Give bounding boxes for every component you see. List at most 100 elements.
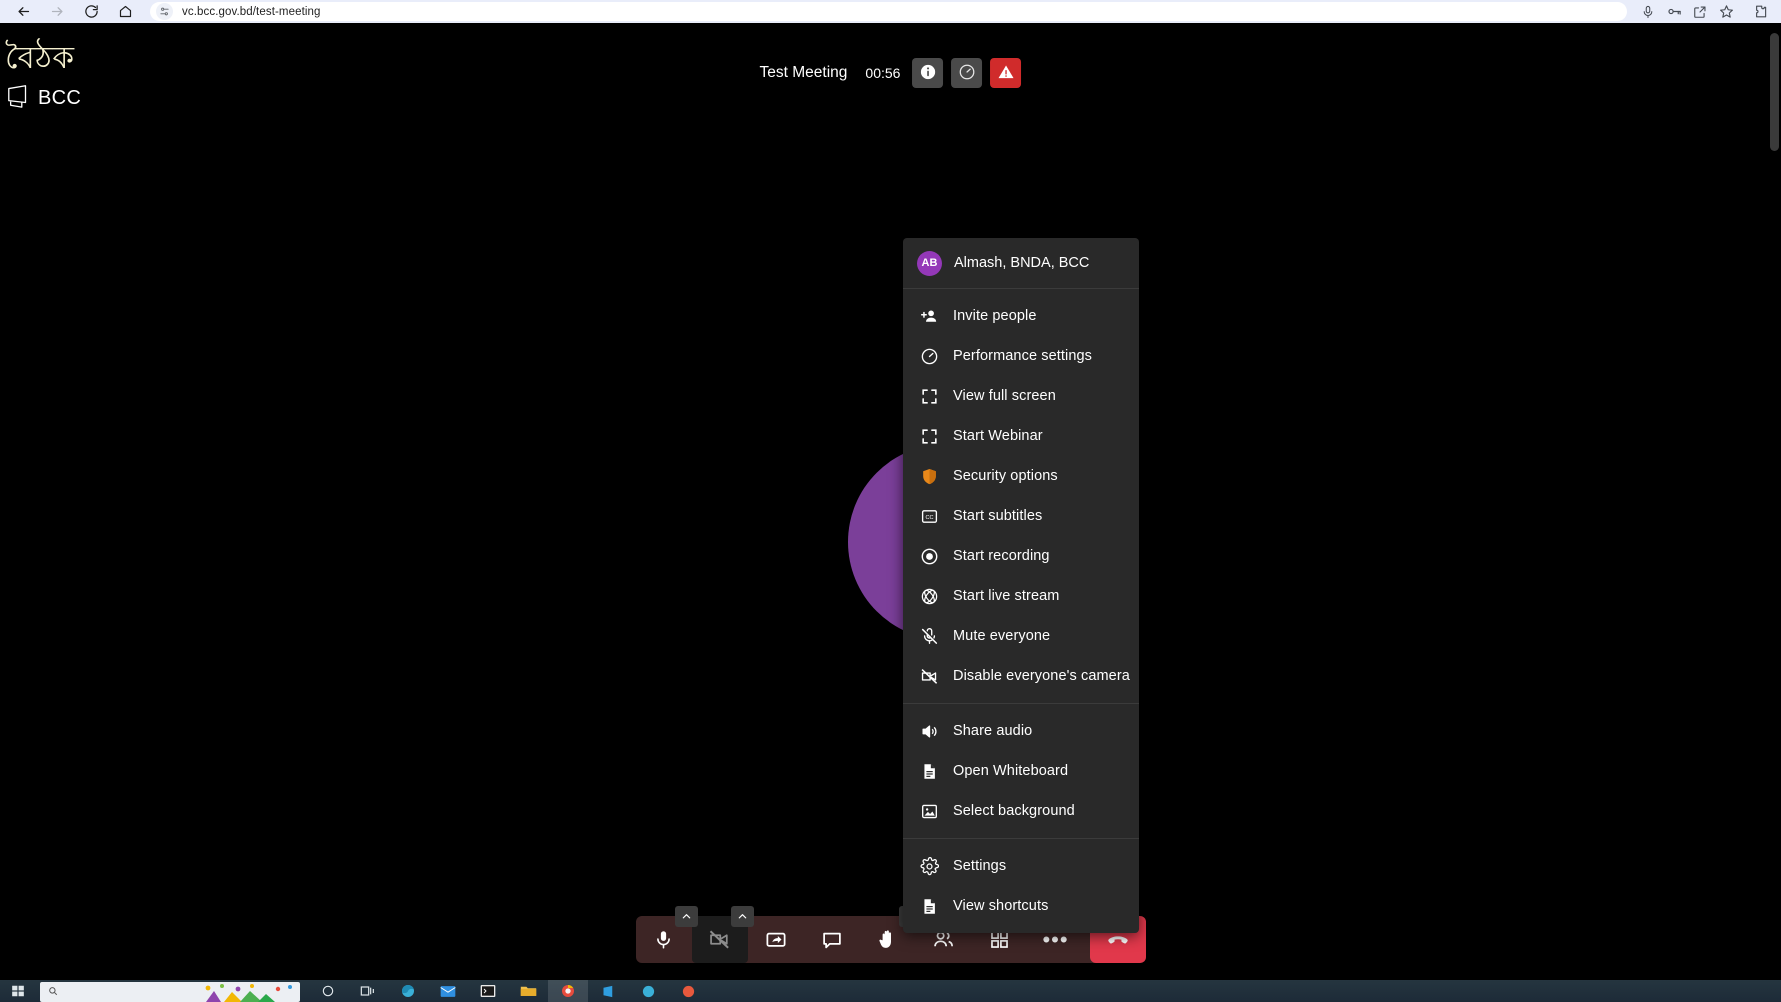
- meeting-alert-button[interactable]: [990, 58, 1022, 88]
- chat-button[interactable]: [804, 916, 860, 963]
- site-settings-icon[interactable]: [156, 3, 173, 20]
- menu-profile[interactable]: AB Almash, BNDA, BCC: [903, 238, 1139, 288]
- back-icon[interactable]: [6, 1, 40, 23]
- menu-item-label: Disable everyone's camera: [953, 668, 1130, 684]
- microphone-off-icon: [917, 624, 941, 648]
- menu-item-settings[interactable]: Settings: [903, 846, 1139, 886]
- extensions-puzzle-icon[interactable]: [1745, 2, 1775, 22]
- brand-org-label: BCC: [38, 87, 82, 109]
- image-background-icon: [917, 799, 941, 823]
- browser-nav-buttons: [6, 1, 142, 23]
- menu-item-view-full-screen[interactable]: View full screen: [903, 376, 1139, 416]
- fullscreen-icon: [917, 384, 941, 408]
- browser-toolbar: vc.bcc.gov.bd/test-meeting: [0, 0, 1781, 23]
- page-scrollbar[interactable]: [1768, 23, 1781, 980]
- menu-item-label: Start recording: [953, 548, 1050, 564]
- speedometer-icon: [917, 344, 941, 368]
- taskbar-app-terminal[interactable]: [468, 980, 508, 1002]
- camera-button[interactable]: [691, 906, 754, 963]
- more-actions-menu: AB Almash, BNDA, BCC Invite people Perfo…: [903, 238, 1139, 933]
- menu-item-performance-settings[interactable]: Performance settings: [903, 336, 1139, 376]
- taskbar-app-mail[interactable]: [428, 980, 468, 1002]
- record-dot-icon: [917, 544, 941, 568]
- webinar-frame-icon: [917, 424, 941, 448]
- whiteboard-document-icon: [917, 759, 941, 783]
- menu-item-label: Security options: [953, 468, 1058, 484]
- camera-off-icon: [708, 928, 731, 951]
- microphone-button[interactable]: [636, 906, 698, 963]
- menu-item-label: Performance settings: [953, 348, 1093, 364]
- taskbar-app-browser-active[interactable]: [548, 980, 588, 1002]
- camera-options-chevron-icon[interactable]: [730, 906, 754, 927]
- taskbar-app-cortana[interactable]: [308, 980, 348, 1002]
- speedometer-icon: [958, 63, 976, 84]
- warning-triangle-icon: [997, 63, 1015, 84]
- taskbar-app-media[interactable]: [668, 980, 708, 1002]
- menu-item-label: Invite people: [953, 308, 1037, 324]
- password-key-icon[interactable]: [1661, 2, 1687, 22]
- menu-item-label: Start subtitles: [953, 508, 1043, 524]
- taskbar-app-editor[interactable]: [588, 980, 628, 1002]
- volume-speaker-icon: [917, 719, 941, 743]
- menu-item-label: Start Webinar: [953, 428, 1043, 444]
- meeting-title: Test Meeting: [759, 64, 848, 81]
- menu-group-media: Share audio Open Whiteboard Select backg…: [903, 704, 1139, 838]
- taskbar-app-browser[interactable]: [388, 980, 428, 1002]
- address-bar[interactable]: vc.bcc.gov.bd/test-meeting: [150, 2, 1627, 21]
- home-icon[interactable]: [108, 1, 142, 23]
- menu-item-start-live-stream[interactable]: Start live stream: [903, 576, 1139, 616]
- extensions-zone: [1745, 2, 1775, 22]
- meeting-stage: বৈঠক BCC A Test Meeting 00:56: [0, 23, 1781, 980]
- url-text: vc.bcc.gov.bd/test-meeting: [182, 5, 321, 18]
- taskbar-app-file-explorer[interactable]: [508, 980, 548, 1002]
- microphone-icon: [653, 929, 674, 950]
- microphone-icon[interactable]: [1635, 2, 1661, 22]
- start-button[interactable]: [0, 980, 36, 1002]
- shield-icon: [917, 464, 941, 488]
- menu-item-start-recording[interactable]: Start recording: [903, 536, 1139, 576]
- forward-icon[interactable]: [40, 1, 74, 23]
- svg-text:CC: CC: [925, 514, 933, 520]
- menu-item-open-whiteboard[interactable]: Open Whiteboard: [903, 751, 1139, 791]
- person-add-icon: [917, 304, 941, 328]
- menu-item-label: Open Whiteboard: [953, 763, 1069, 779]
- avatar-initials: AB: [921, 257, 938, 269]
- menu-item-invite-people[interactable]: Invite people: [903, 296, 1139, 336]
- menu-item-label: Share audio: [953, 723, 1033, 739]
- bookmark-star-icon[interactable]: [1713, 2, 1739, 22]
- scrollbar-thumb[interactable]: [1770, 33, 1779, 151]
- profile-name: Almash, BNDA, BCC: [954, 255, 1090, 271]
- menu-item-disable-everyones-camera[interactable]: Disable everyone's camera: [903, 656, 1139, 696]
- menu-item-start-subtitles[interactable]: CC Start subtitles: [903, 496, 1139, 536]
- camera-off-icon: [917, 664, 941, 688]
- taskbar-app-teams[interactable]: [628, 980, 668, 1002]
- menu-item-label: Settings: [953, 858, 1007, 874]
- menu-item-share-audio[interactable]: Share audio: [903, 711, 1139, 751]
- connection-status-button[interactable]: [951, 58, 983, 88]
- menu-item-mute-everyone[interactable]: Mute everyone: [903, 616, 1139, 656]
- taskbar-search-box[interactable]: [40, 982, 300, 1002]
- search-icon: [48, 986, 58, 999]
- menu-item-security-options[interactable]: Security options: [903, 456, 1139, 496]
- reload-icon[interactable]: [74, 1, 108, 23]
- meeting-info-button[interactable]: [912, 58, 944, 88]
- share-screen-button[interactable]: [748, 916, 804, 963]
- os-taskbar: [0, 980, 1781, 1002]
- share-screen-icon: [765, 929, 787, 951]
- menu-item-label: View shortcuts: [953, 898, 1049, 914]
- chat-bubble-icon: [821, 929, 843, 951]
- screen: vc.bcc.gov.bd/test-meeting বৈঠক BCC Test…: [0, 0, 1781, 1002]
- menu-group-settings: Settings View shortcuts: [903, 839, 1139, 933]
- menu-group-primary: Invite people Performance settings View …: [903, 289, 1139, 703]
- menu-item-start-webinar[interactable]: Start Webinar: [903, 416, 1139, 456]
- brand-wordmark: বৈঠক: [5, 40, 75, 76]
- avatar: AB: [917, 250, 942, 276]
- taskbar-apps: [308, 980, 708, 1002]
- share-link-icon[interactable]: [1687, 2, 1713, 22]
- menu-item-select-background[interactable]: Select background: [903, 791, 1139, 831]
- menu-item-view-shortcuts[interactable]: View shortcuts: [903, 886, 1139, 926]
- taskbar-app-task-view[interactable]: [348, 980, 388, 1002]
- microphone-options-chevron-icon[interactable]: [674, 906, 698, 927]
- meeting-timer: 00:56: [865, 65, 901, 81]
- brand-org: BCC: [5, 83, 81, 114]
